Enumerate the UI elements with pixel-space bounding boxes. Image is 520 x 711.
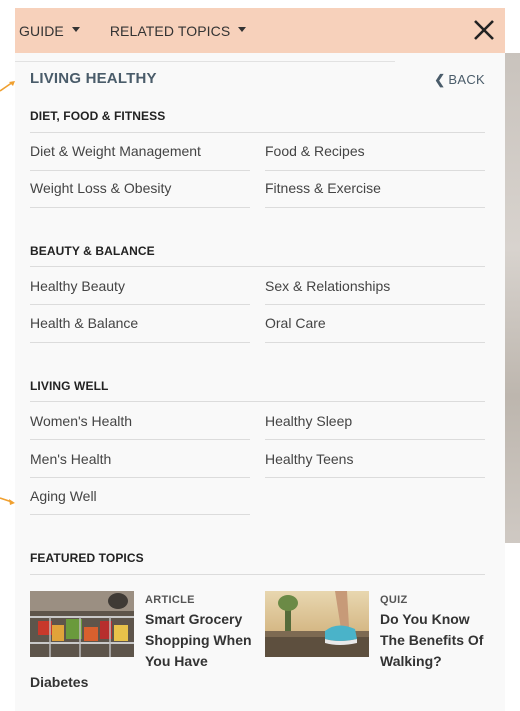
featured-title-line: Do You Know xyxy=(380,611,470,627)
divider xyxy=(265,342,485,343)
section-heading-living-well: LIVING WELL xyxy=(30,379,109,393)
divider xyxy=(265,207,485,208)
back-label: BACK xyxy=(448,72,485,87)
divider xyxy=(30,170,250,171)
panel-title: LIVING HEALTHY xyxy=(30,70,157,87)
section-heading-diet: DIET, FOOD & FITNESS xyxy=(30,109,166,123)
divider xyxy=(30,439,250,440)
link-sex-relationships[interactable]: Sex & Relationships xyxy=(265,278,390,294)
back-button[interactable]: ❮ BACK xyxy=(434,72,485,88)
divider xyxy=(15,61,395,62)
guide-dropdown[interactable]: GUIDE xyxy=(19,8,80,53)
top-nav-bar: GUIDE RELATED TOPICS xyxy=(15,8,505,53)
link-aging-well[interactable]: Aging Well xyxy=(30,488,97,504)
link-weight-loss-obesity[interactable]: Weight Loss & Obesity xyxy=(30,180,171,196)
caret-down-icon xyxy=(71,27,80,32)
divider xyxy=(30,266,485,267)
featured-title[interactable]: Do You Know The Benefits Of Walking? xyxy=(380,609,483,672)
featured-title[interactable]: Smart Grocery Shopping When You Have xyxy=(145,609,252,672)
section-heading-featured: FEATURED TOPICS xyxy=(30,551,144,565)
featured-title-line: You Have xyxy=(145,653,208,669)
divider xyxy=(30,342,250,343)
featured-type-badge: ARTICLE xyxy=(145,594,195,606)
divider xyxy=(30,304,250,305)
link-healthy-beauty[interactable]: Healthy Beauty xyxy=(30,278,125,294)
featured-title-overflow[interactable]: Diabetes xyxy=(30,672,88,693)
chevron-left-icon: ❮ xyxy=(434,72,446,87)
divider xyxy=(30,207,250,208)
link-healthy-sleep[interactable]: Healthy Sleep xyxy=(265,413,352,429)
divider xyxy=(30,574,485,575)
divider xyxy=(265,170,485,171)
link-oral-care[interactable]: Oral Care xyxy=(265,315,326,331)
related-topics-label: RELATED TOPICS xyxy=(109,22,231,39)
grocery-cart-photo[interactable] xyxy=(30,591,134,657)
divider xyxy=(30,132,485,133)
related-topics-dropdown[interactable]: RELATED TOPICS xyxy=(109,8,247,53)
link-health-balance[interactable]: Health & Balance xyxy=(30,315,138,331)
menu-panel: LIVING HEALTHY ❮ BACK DIET, FOOD & FITNES… xyxy=(15,53,505,711)
section-heading-beauty: BEAUTY & BALANCE xyxy=(30,244,155,258)
featured-title-line: Smart Grocery xyxy=(145,611,243,627)
featured-title-line: The Benefits Of xyxy=(380,632,484,648)
divider xyxy=(30,401,485,402)
background-photo xyxy=(505,53,520,543)
featured-type-badge: QUIZ xyxy=(380,594,408,606)
featured-title-line: Walking? xyxy=(380,653,442,669)
link-mens-health[interactable]: Men's Health xyxy=(30,451,111,467)
divider xyxy=(30,477,250,478)
close-icon[interactable] xyxy=(471,17,497,43)
annotation-arrow-icon xyxy=(0,497,15,505)
link-food-recipes[interactable]: Food & Recipes xyxy=(265,143,365,159)
featured-title-line: Shopping When xyxy=(145,632,252,648)
link-healthy-teens[interactable]: Healthy Teens xyxy=(265,451,353,467)
divider xyxy=(30,514,250,515)
walking-shoes-photo[interactable] xyxy=(265,591,369,657)
divider xyxy=(265,439,485,440)
link-womens-health[interactable]: Women's Health xyxy=(30,413,132,429)
divider xyxy=(265,477,485,478)
divider xyxy=(265,304,485,305)
guide-label: GUIDE xyxy=(19,22,64,39)
annotation-arrow-icon xyxy=(0,81,15,92)
link-diet-weight-management[interactable]: Diet & Weight Management xyxy=(30,143,201,159)
link-fitness-exercise[interactable]: Fitness & Exercise xyxy=(265,180,381,196)
caret-down-icon xyxy=(238,27,247,32)
